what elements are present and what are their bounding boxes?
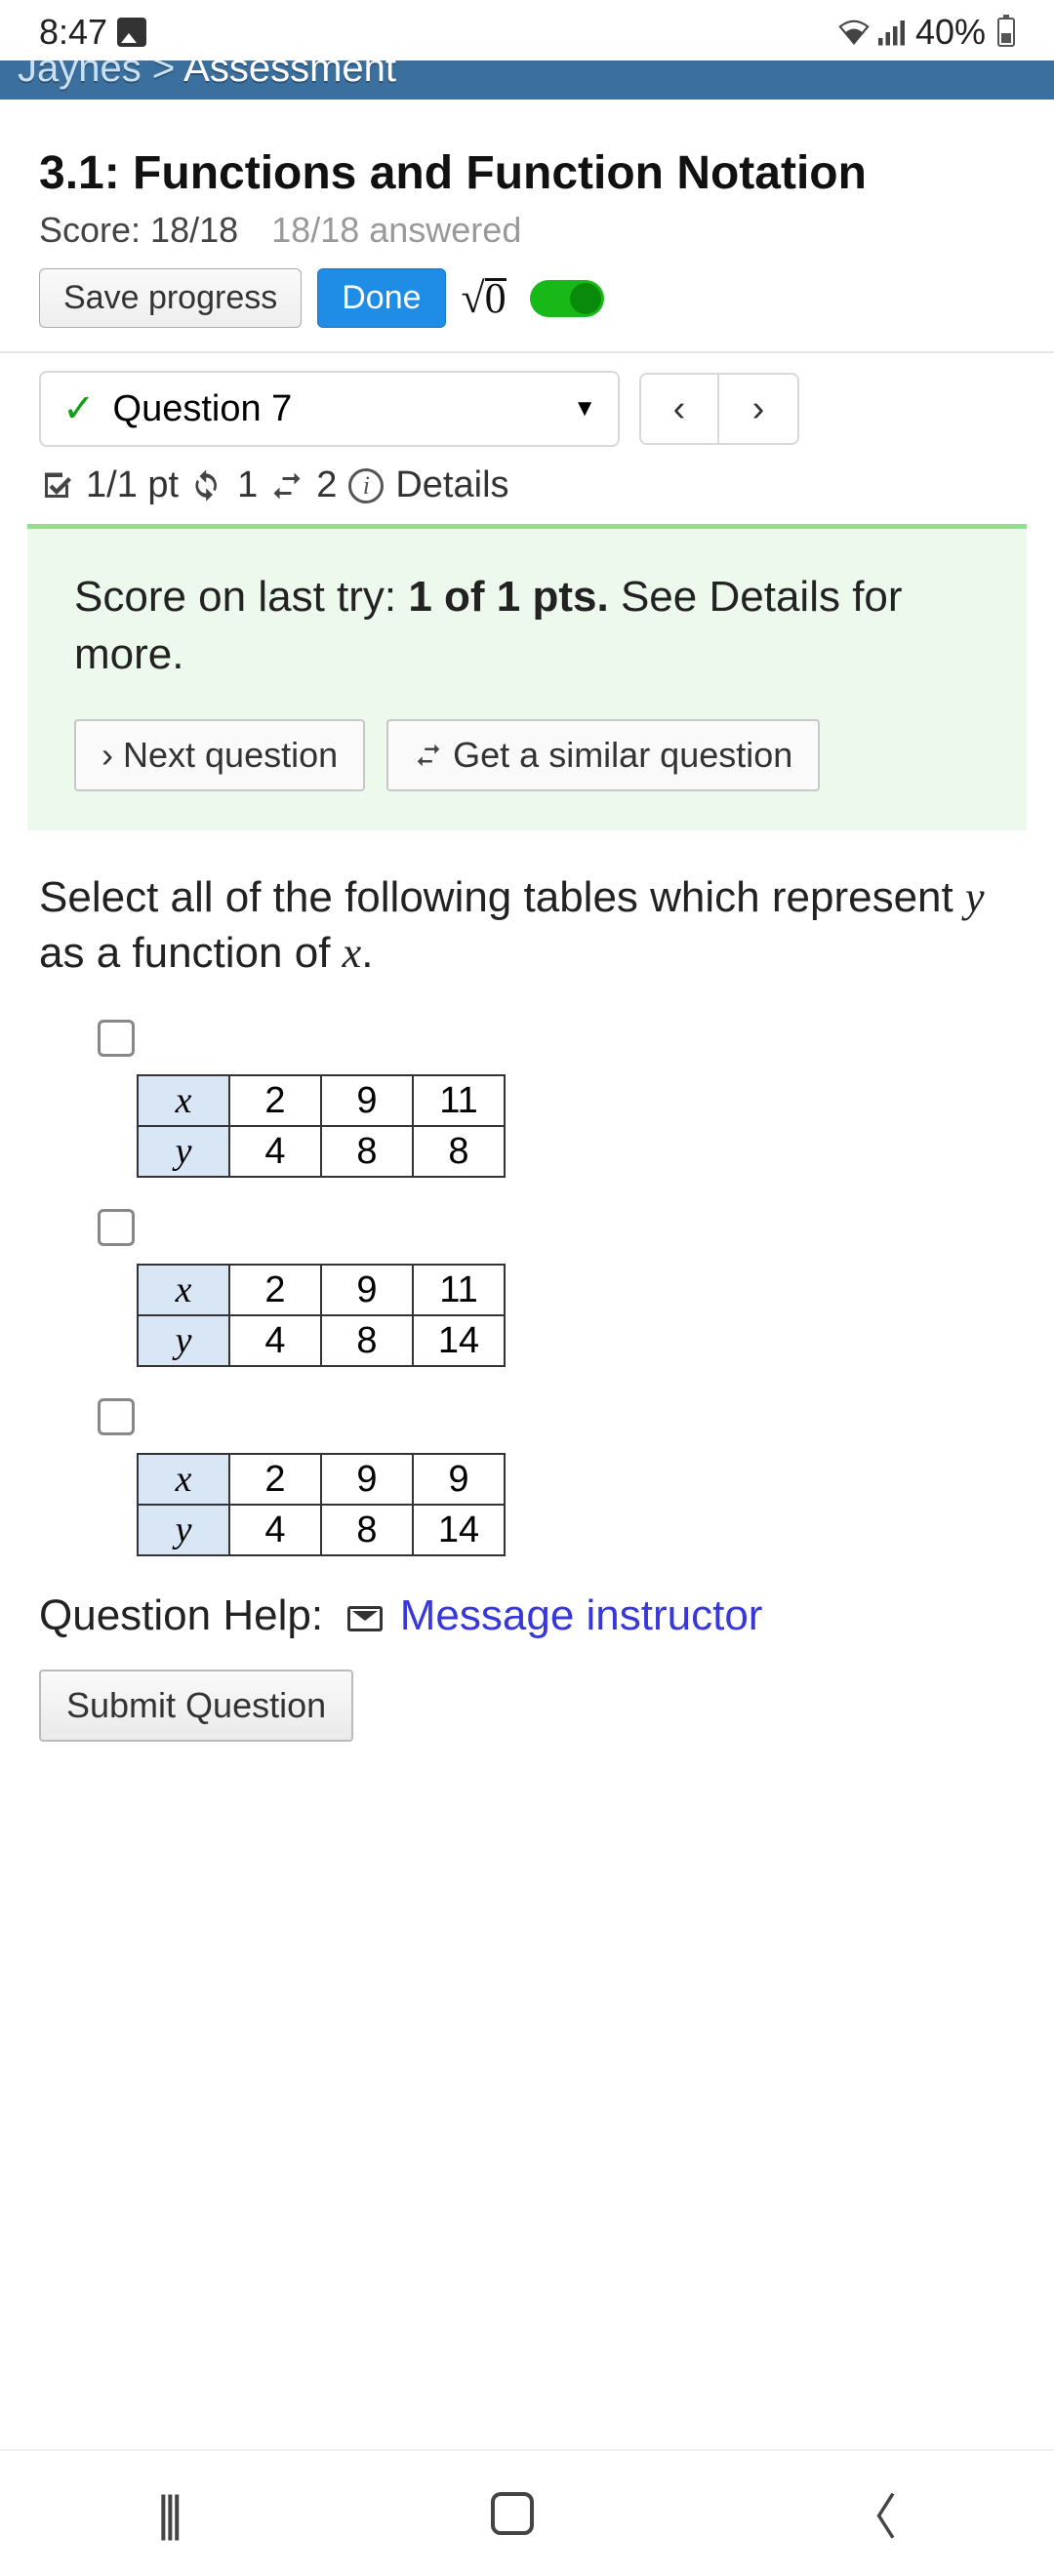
toggle-switch[interactable]	[530, 280, 604, 317]
question-nav-arrows: ‹ ›	[639, 373, 799, 445]
regen-count: 2	[316, 464, 337, 506]
prompt-text-c: .	[361, 929, 373, 977]
prompt-text-b: as a function of	[39, 929, 343, 977]
table-cell: 9	[321, 1265, 413, 1315]
check-icon: ✓	[62, 386, 96, 431]
retry-count: 1	[237, 464, 258, 506]
android-nav-bar: ||| 〈	[0, 2449, 1054, 2576]
table-cell: 9	[321, 1075, 413, 1126]
option-1-checkbox[interactable]	[98, 1020, 135, 1057]
next-question-button[interactable]: ›	[719, 375, 797, 443]
table-3: x299 y4814	[137, 1453, 506, 1556]
signal-icon	[878, 19, 908, 46]
points-row: 1/1 pt 1 2 i Details	[39, 464, 1015, 524]
question-label: Question 7	[113, 388, 293, 430]
table-cell: 2	[229, 1454, 321, 1505]
next-question-label: Next question	[123, 735, 338, 776]
separator	[0, 351, 1054, 353]
save-progress-button[interactable]: Save progress	[39, 268, 302, 328]
question-prompt: Select all of the following tables which…	[39, 869, 1015, 981]
nav-home-button[interactable]	[491, 2492, 534, 2535]
battery-icon	[997, 18, 1015, 47]
done-button[interactable]: Done	[317, 268, 445, 328]
prompt-text-a: Select all of the following tables which…	[39, 873, 965, 921]
option-2	[39, 1205, 1015, 1246]
details-link[interactable]: Details	[395, 464, 508, 506]
prompt-var-y: y	[965, 873, 985, 921]
question-dropdown[interactable]: ✓ Question 7 ▼	[39, 371, 620, 447]
table-cell: 4	[229, 1126, 321, 1177]
table-2: x2911 y4814	[137, 1264, 506, 1367]
mail-icon	[347, 1606, 383, 1631]
chevron-right-icon: ›	[101, 735, 113, 776]
points-fraction: 1/1 pt	[86, 464, 179, 506]
page-title: 3.1: Functions and Function Notation	[39, 146, 1015, 200]
option-2-checkbox[interactable]	[98, 1209, 135, 1246]
scorecard-prefix: Score on last try:	[74, 573, 408, 621]
table-cell: 11	[413, 1265, 505, 1315]
retry-icon	[190, 468, 225, 503]
table-cell: 9	[413, 1454, 505, 1505]
table-cell: x	[138, 1075, 229, 1126]
table-cell: 14	[413, 1315, 505, 1366]
table-cell: 9	[321, 1454, 413, 1505]
breadcrumb-b[interactable]: Assessment	[183, 60, 396, 90]
answered-label: 18/18 answered	[271, 210, 521, 250]
image-icon	[117, 18, 146, 47]
option-3	[39, 1394, 1015, 1435]
scorecard-bold: 1 of 1 pts.	[408, 573, 608, 621]
table-cell: 8	[321, 1126, 413, 1177]
checkbox-icon	[39, 468, 74, 503]
wifi-icon	[837, 18, 871, 47]
option-3-checkbox[interactable]	[98, 1398, 135, 1435]
info-icon: i	[348, 468, 384, 503]
chevron-down-icon: ▼	[573, 395, 596, 423]
next-question-card-button[interactable]: › Next question	[74, 719, 365, 791]
table-cell: 11	[413, 1075, 505, 1126]
score-label: Score: 18/18	[39, 210, 238, 250]
similar-question-button[interactable]: Get a similar question	[386, 719, 820, 791]
prompt-var-x: x	[343, 929, 362, 977]
table-cell: y	[138, 1505, 229, 1555]
table-1: x2911 y488	[137, 1074, 506, 1178]
table-cell: 2	[229, 1075, 321, 1126]
status-battery: 40%	[915, 12, 986, 53]
table-cell: 14	[413, 1505, 505, 1555]
nav-back-button[interactable]: 〈	[848, 2478, 897, 2549]
table-cell: 8	[413, 1126, 505, 1177]
submit-question-button[interactable]: Submit Question	[39, 1670, 353, 1742]
prev-question-button[interactable]: ‹	[641, 375, 719, 443]
table-cell: x	[138, 1454, 229, 1505]
message-instructor-link[interactable]: Message instructor	[400, 1591, 763, 1639]
math-input-icon[interactable]: 0	[462, 273, 514, 323]
score-card: Score on last try: 1 of 1 pts. See Detai…	[27, 524, 1027, 830]
regen-icon	[269, 468, 304, 503]
nav-recent-button[interactable]: |||	[157, 2485, 178, 2542]
table-cell: y	[138, 1126, 229, 1177]
breadcrumb: Jaynes > Assessment	[0, 60, 1054, 100]
table-cell: y	[138, 1315, 229, 1366]
regen-icon	[414, 741, 443, 770]
breadcrumb-a[interactable]: Jaynes	[18, 60, 142, 90]
table-cell: x	[138, 1265, 229, 1315]
table-cell: 4	[229, 1505, 321, 1555]
table-cell: 8	[321, 1505, 413, 1555]
status-time: 8:47	[39, 12, 107, 53]
table-cell: 8	[321, 1315, 413, 1366]
table-cell: 2	[229, 1265, 321, 1315]
table-cell: 4	[229, 1315, 321, 1366]
help-label: Question Help:	[39, 1591, 323, 1639]
status-bar: 8:47 40%	[0, 0, 1054, 60]
option-1	[39, 1016, 1015, 1057]
breadcrumb-sep: >	[152, 60, 175, 90]
similar-question-label: Get a similar question	[453, 735, 792, 776]
